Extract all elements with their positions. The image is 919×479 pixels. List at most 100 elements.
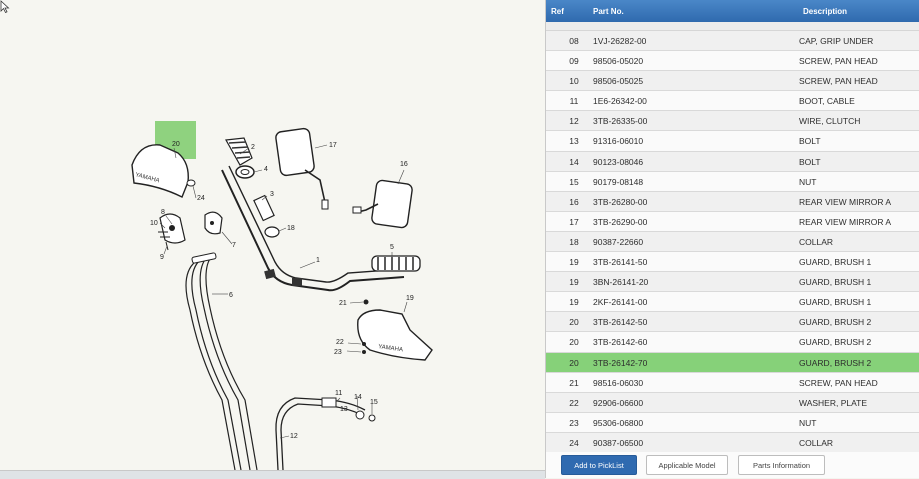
row-description: BOLT — [799, 136, 821, 147]
callout-9: 9 — [160, 254, 164, 261]
callout-24: 24 — [197, 195, 205, 202]
row-part-no: 92906-06600 — [593, 397, 644, 408]
add-to-picklist-button[interactable]: Add to PickList — [561, 455, 637, 475]
handlebar-clamp-right — [292, 278, 302, 286]
table-row[interactable]: 11 1E6-26342-00 BOOT, CABLE — [546, 91, 919, 112]
right-grip — [371, 255, 421, 272]
rear-view-mirror-17 — [275, 127, 329, 210]
throttle-cable-3 — [199, 256, 251, 471]
row-part-no: 3TB-26141-50 — [593, 257, 648, 268]
row-description: WIRE, CLUTCH — [799, 116, 861, 127]
nut-23 — [362, 350, 366, 354]
row-part-no: 3TB-26142-70 — [593, 357, 648, 368]
table-row[interactable]: 20 3TB-26142-60 GUARD, BRUSH 2 — [546, 332, 919, 353]
parts-information-button[interactable]: Parts Information — [738, 455, 825, 475]
row-description: REAR VIEW MIRROR A — [799, 216, 892, 227]
collar-24 — [186, 179, 196, 187]
table-row[interactable]: 08 1VJ-26282-00 CAP, GRIP UNDER — [546, 31, 919, 52]
row-part-no: 95306-06800 — [593, 417, 644, 428]
table-row[interactable]: 22 92906-06600 WASHER, PLATE — [546, 392, 919, 413]
row-ref: 17 — [569, 216, 579, 227]
collar-18 — [264, 226, 280, 238]
row-description: CAP, GRIP UNDER — [799, 36, 874, 46]
table-row[interactable]: 18 90387-22660 COLLAR — [546, 231, 919, 253]
callout-5: 5 — [390, 244, 394, 251]
row-part-no: 1E6-26342-00 — [593, 96, 647, 107]
table-row[interactable]: 13 91316-06010 BOLT — [546, 131, 919, 152]
table-row[interactable]: 17 3TB-26290-00 REAR VIEW MIRROR A — [546, 211, 919, 232]
table-row[interactable]: 10 98506-05025 SCREW, PAN HEAD — [546, 71, 919, 92]
table-row[interactable]: 16 3TB-26280-00 REAR VIEW MIRROR A — [546, 191, 919, 212]
callout-22: 22 — [336, 339, 344, 346]
table-row[interactable]: 20 3TB-26142-50 GUARD, BRUSH 2 — [546, 312, 919, 333]
callout-3: 3 — [270, 191, 274, 198]
row-ref: 19 — [569, 277, 579, 288]
callout-21: 21 — [339, 300, 347, 307]
table-row[interactable]: 23 95306-06800 NUT — [546, 412, 919, 433]
row-ref: 12 — [569, 116, 579, 127]
row-description: GUARD, BRUSH 2 — [799, 357, 872, 368]
table-row[interactable]: 14 90123-08046 BOLT — [546, 151, 919, 172]
row-part-no: 90387-22660 — [593, 236, 644, 247]
callout-1: 1 — [316, 257, 320, 264]
row-part-no: 3BN-26141-20 — [593, 277, 649, 288]
table-row-partial — [546, 22, 919, 31]
callout-12: 12 — [290, 433, 298, 440]
callout-8: 8 — [161, 209, 165, 216]
callout-7: 7 — [232, 242, 236, 249]
nut-15 — [368, 414, 376, 422]
washer-22 — [362, 342, 366, 346]
callout-15: 15 — [370, 399, 378, 406]
table-row[interactable]: 12 3TB-26335-00 WIRE, CLUTCH — [546, 111, 919, 132]
row-part-no: 3TB-26142-60 — [593, 337, 648, 348]
row-ref: 11 — [569, 96, 579, 107]
action-button-bar: Add to PickList Applicable Model Parts I… — [546, 452, 919, 478]
row-ref: 22 — [569, 397, 579, 408]
row-ref: 08 — [569, 36, 579, 46]
table-row[interactable]: 09 98506-05020 SCREW, PAN HEAD — [546, 51, 919, 72]
screw-21 — [363, 299, 369, 305]
applicable-model-button[interactable]: Applicable Model — [646, 455, 728, 475]
table-row[interactable]: 20 3TB-26142-70 GUARD, BRUSH 2 — [546, 352, 919, 373]
row-description: COLLAR — [799, 236, 834, 247]
throttle-cable-4 — [205, 255, 258, 471]
row-description: NUT — [799, 417, 817, 428]
row-description: REAR VIEW MIRROR A — [799, 196, 892, 207]
row-description: BOLT — [799, 156, 821, 167]
column-header-part-no[interactable]: Part No. — [593, 7, 624, 16]
row-ref: 09 — [569, 56, 579, 67]
diagram-drawing: YAMAHA YAMAHA 1 2 3 4 5 6 7 8 9 10 11 12… — [131, 121, 433, 471]
row-description: NUT — [799, 176, 817, 187]
table-row[interactable]: 21 98516-06030 SCREW, PAN HEAD — [546, 372, 919, 393]
throttle-part-3 — [253, 194, 275, 222]
table-row[interactable]: 19 3BN-26141-20 GUARD, BRUSH 1 — [546, 272, 919, 293]
row-part-no: 90123-08046 — [593, 156, 644, 167]
callout-18: 18 — [287, 225, 295, 232]
row-part-no: 98506-05020 — [593, 56, 644, 67]
row-part-no: 2KF-26141-00 — [593, 297, 648, 308]
row-part-no: 3TB-26335-00 — [593, 116, 648, 127]
column-header-ref[interactable]: Ref — [551, 7, 564, 16]
row-ref: 15 — [569, 176, 579, 187]
row-ref: 10 — [569, 76, 579, 87]
callout-4: 4 — [264, 166, 268, 173]
callout-17: 17 — [329, 142, 337, 149]
column-header-description[interactable]: Description — [803, 7, 847, 16]
row-description: GUARD, BRUSH 1 — [799, 277, 872, 288]
row-part-no: 3TB-26290-00 — [593, 216, 648, 227]
row-ref: 20 — [569, 357, 579, 368]
table-row[interactable]: 15 90179-08148 NUT — [546, 171, 919, 192]
table-row[interactable]: 19 3TB-26141-50 GUARD, BRUSH 1 — [546, 252, 919, 273]
cable-boot-11 — [321, 397, 337, 408]
callout-19: 19 — [406, 295, 414, 302]
table-row[interactable]: 19 2KF-26141-00 GUARD, BRUSH 1 — [546, 292, 919, 313]
callout-10: 10 — [150, 220, 158, 227]
row-description: GUARD, BRUSH 2 — [799, 337, 872, 348]
table-row[interactable]: 24 90387-06500 COLLAR — [546, 432, 919, 452]
rear-view-mirror-16 — [352, 179, 413, 229]
throttle-cable-2 — [191, 259, 242, 471]
row-ref: 18 — [569, 236, 579, 247]
callout-2: 2 — [251, 144, 255, 151]
row-ref: 24 — [569, 437, 579, 448]
row-description: GUARD, BRUSH 1 — [799, 297, 872, 308]
